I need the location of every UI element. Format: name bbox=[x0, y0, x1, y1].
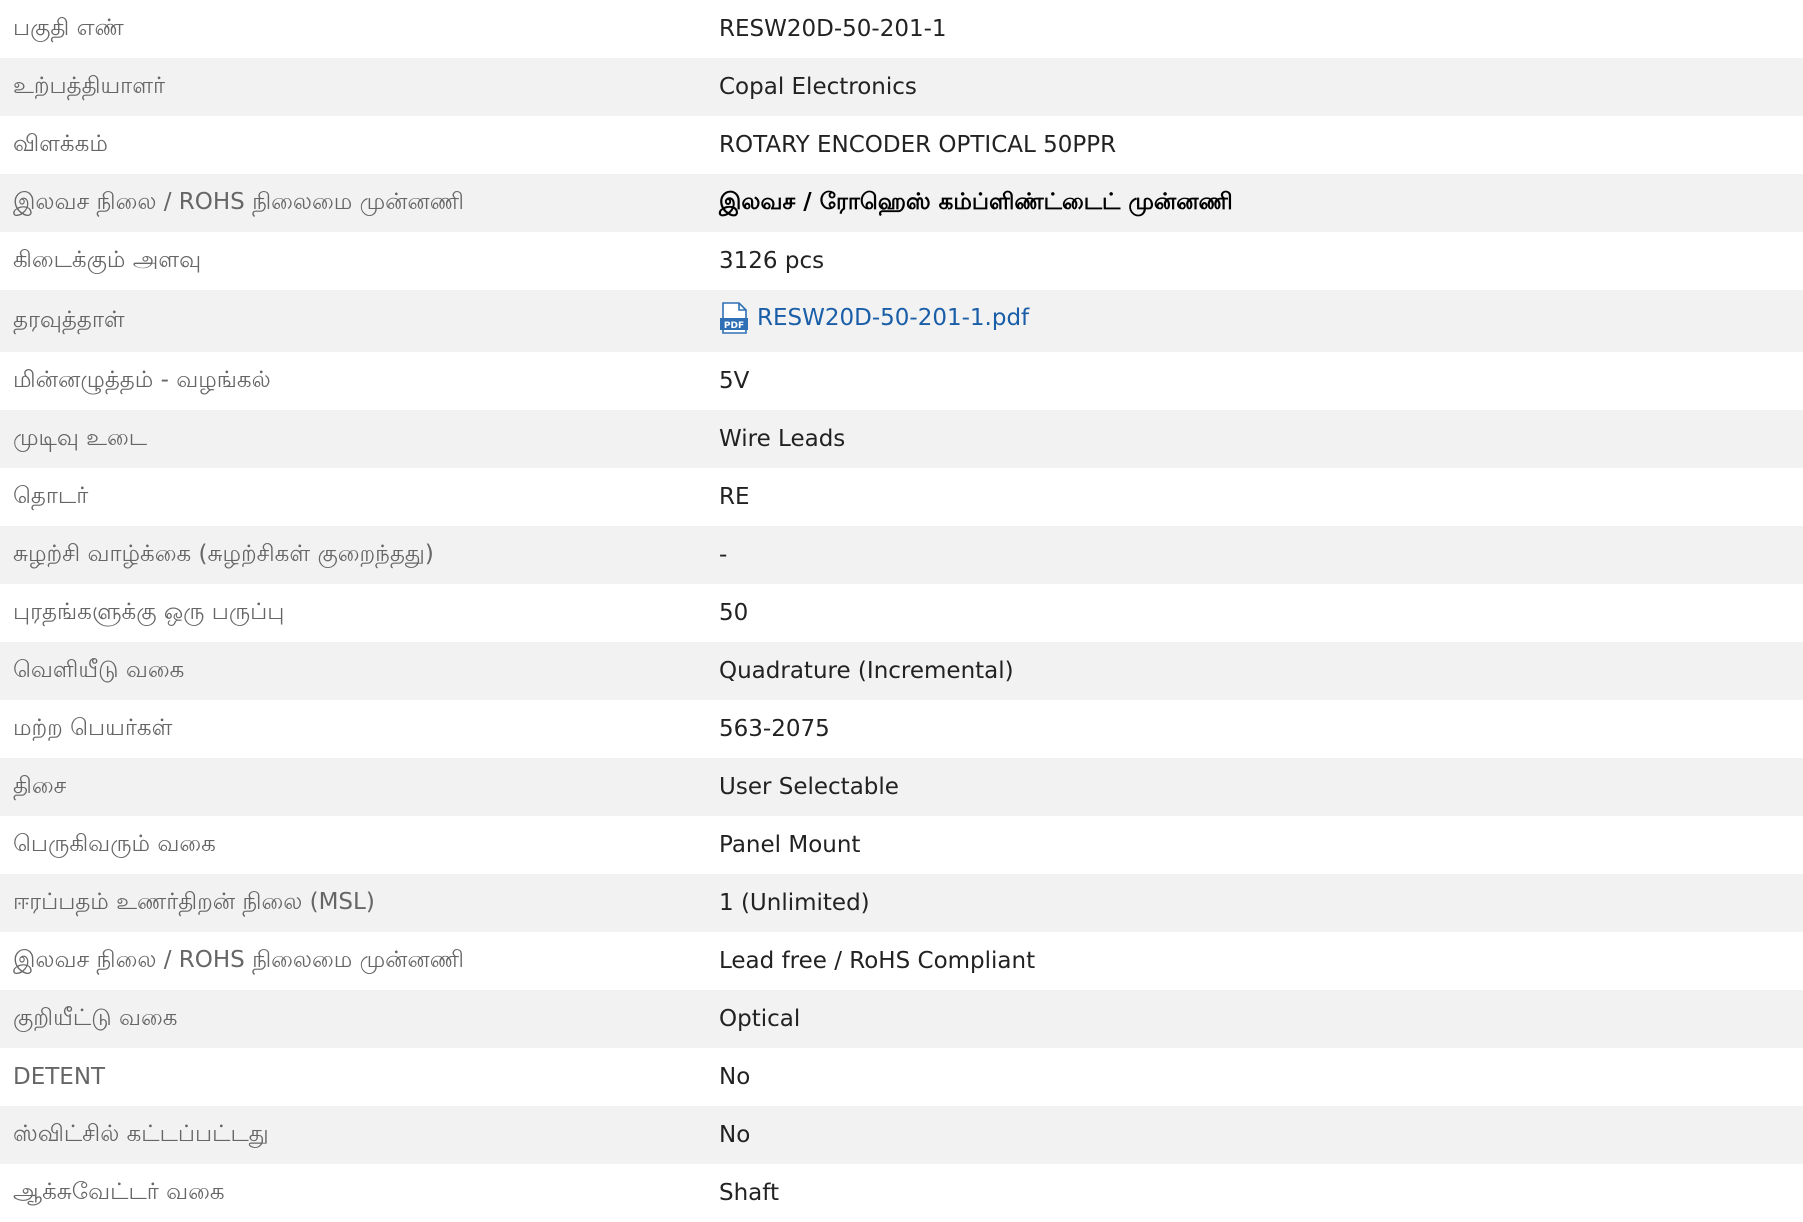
spec-value: User Selectable bbox=[719, 774, 899, 800]
spec-value: Quadrature (Incremental) bbox=[719, 658, 1014, 684]
spec-label: தரவுத்தாள் bbox=[13, 306, 125, 333]
datasheet-link[interactable]: PDF RESW20D-50-201-1.pdf bbox=[719, 302, 1029, 334]
spec-label: பகுதி எண் bbox=[13, 14, 124, 41]
spec-row-available-quantity: கிடைக்கும் அளவு 3126 pcs bbox=[0, 232, 1803, 290]
spec-value: Lead free / RoHS Compliant bbox=[719, 948, 1036, 974]
spec-value: No bbox=[719, 1064, 751, 1090]
spec-label: விளக்கம் bbox=[13, 130, 108, 157]
spec-value: RE bbox=[719, 484, 750, 510]
spec-label: இலவச நிலை / ROHS நிலைமை முன்னணி bbox=[13, 946, 464, 973]
spec-value: 1 (Unlimited) bbox=[719, 890, 870, 916]
spec-value: Wire Leads bbox=[719, 426, 846, 452]
spec-row-output-type: வெளியீடு வகை Quadrature (Incremental) bbox=[0, 642, 1803, 700]
spec-label: புரதங்களுக்கு ஒரு பருப்பு bbox=[13, 598, 285, 625]
svg-text:PDF: PDF bbox=[724, 321, 744, 331]
spec-value: ROTARY ENCODER OPTICAL 50PPR bbox=[719, 132, 1117, 158]
spec-value: PDF RESW20D-50-201-1.pdf bbox=[706, 290, 1803, 352]
spec-row-part-number: பகுதி எண் RESW20D-50-201-1 bbox=[0, 0, 1803, 58]
spec-row-supply-voltage: மின்னழுத்தம் - வழங்கல் 5V bbox=[0, 352, 1803, 410]
datasheet-filename: RESW20D-50-201-1.pdf bbox=[757, 305, 1030, 331]
spec-value: Optical bbox=[719, 1006, 801, 1032]
spec-value: - bbox=[719, 542, 728, 568]
spec-row-series: தொடர் RE bbox=[0, 468, 1803, 526]
spec-value: No bbox=[719, 1122, 751, 1148]
spec-value: இலவச / ரோஹெஸ் கம்ப்ளிண்ட்டைட் முன்னணி bbox=[719, 188, 1233, 215]
spec-row-rotational-life: சுழற்சி வாழ்க்கை (சுழற்சிகள் குறைந்தது) … bbox=[0, 526, 1803, 584]
spec-label: DETENT bbox=[13, 1064, 106, 1090]
spec-row-manufacturer: உற்பத்தியாளர் Copal Electronics bbox=[0, 58, 1803, 116]
spec-label: தொடர் bbox=[13, 482, 89, 509]
spec-row-msl: ஈரப்பதம் உணர்திறன் நிலை (MSL) 1 (Unlimit… bbox=[0, 874, 1803, 932]
spec-value: 50 bbox=[719, 600, 749, 626]
spec-row-orientation: திசை User Selectable bbox=[0, 758, 1803, 816]
spec-label: பெருகிவரும் வகை bbox=[13, 830, 216, 857]
spec-row-built-in-switch: ஸ்விட்சில் கட்டப்பட்டது No bbox=[0, 1106, 1803, 1164]
spec-value: Copal Electronics bbox=[719, 74, 917, 100]
spec-row-rohs-status: இலவச நிலை / ROHS நிலைமை முன்னணி Lead fre… bbox=[0, 932, 1803, 990]
spec-row-encoder-type: குறியீட்டு வகை Optical bbox=[0, 990, 1803, 1048]
spec-row-description: விளக்கம் ROTARY ENCODER OPTICAL 50PPR bbox=[0, 116, 1803, 174]
spec-value: 563-2075 bbox=[719, 716, 830, 742]
spec-value: RESW20D-50-201-1 bbox=[719, 16, 947, 42]
spec-label: சுழற்சி வாழ்க்கை (சுழற்சிகள் குறைந்தது) bbox=[13, 540, 434, 567]
spec-value: 5V bbox=[719, 368, 750, 394]
spec-label: ஸ்விட்சில் கட்டப்பட்டது bbox=[13, 1120, 269, 1147]
pdf-file-icon: PDF bbox=[720, 302, 748, 334]
product-spec-table: பகுதி எண் RESW20D-50-201-1 உற்பத்தியாளர்… bbox=[0, 0, 1803, 1222]
spec-row-mounting-type: பெருகிவரும் வகை Panel Mount bbox=[0, 816, 1803, 874]
spec-label: குறியீட்டு வகை bbox=[13, 1004, 178, 1031]
spec-label: முடிவு உடை bbox=[13, 424, 148, 451]
spec-value: Shaft bbox=[719, 1180, 779, 1206]
spec-row-actuator-type: ஆக்சுவேட்டர் வகை Shaft bbox=[0, 1164, 1803, 1222]
spec-label: இலவச நிலை / ROHS நிலைமை முன்னணி bbox=[13, 188, 464, 215]
spec-row-detent: DETENT No bbox=[0, 1048, 1803, 1106]
spec-row-other-names: மற்ற பெயர்கள் 563-2075 bbox=[0, 700, 1803, 758]
spec-value: Panel Mount bbox=[719, 832, 861, 858]
spec-label: மற்ற பெயர்கள் bbox=[13, 714, 173, 741]
spec-label: ஆக்சுவேட்டர் வகை bbox=[13, 1178, 225, 1205]
spec-value: 3126 pcs bbox=[719, 248, 825, 274]
spec-row-lead-free-status: இலவச நிலை / ROHS நிலைமை முன்னணி இலவச / ர… bbox=[0, 174, 1803, 232]
spec-label: திசை bbox=[13, 772, 67, 799]
spec-label: ஈரப்பதம் உணர்திறன் நிலை (MSL) bbox=[13, 888, 375, 915]
spec-label: கிடைக்கும் அளவு bbox=[13, 246, 202, 273]
spec-row-termination-style: முடிவு உடை Wire Leads bbox=[0, 410, 1803, 468]
spec-label: மின்னழுத்தம் - வழங்கல் bbox=[13, 366, 271, 393]
spec-label: உற்பத்தியாளர் bbox=[13, 72, 165, 99]
spec-row-datasheet: தரவுத்தாள் PDF RESW20D-50-201-1.pdf bbox=[0, 290, 1803, 352]
spec-label: வெளியீடு வகை bbox=[13, 656, 185, 683]
spec-row-pulses-per-revolution: புரதங்களுக்கு ஒரு பருப்பு 50 bbox=[0, 584, 1803, 642]
